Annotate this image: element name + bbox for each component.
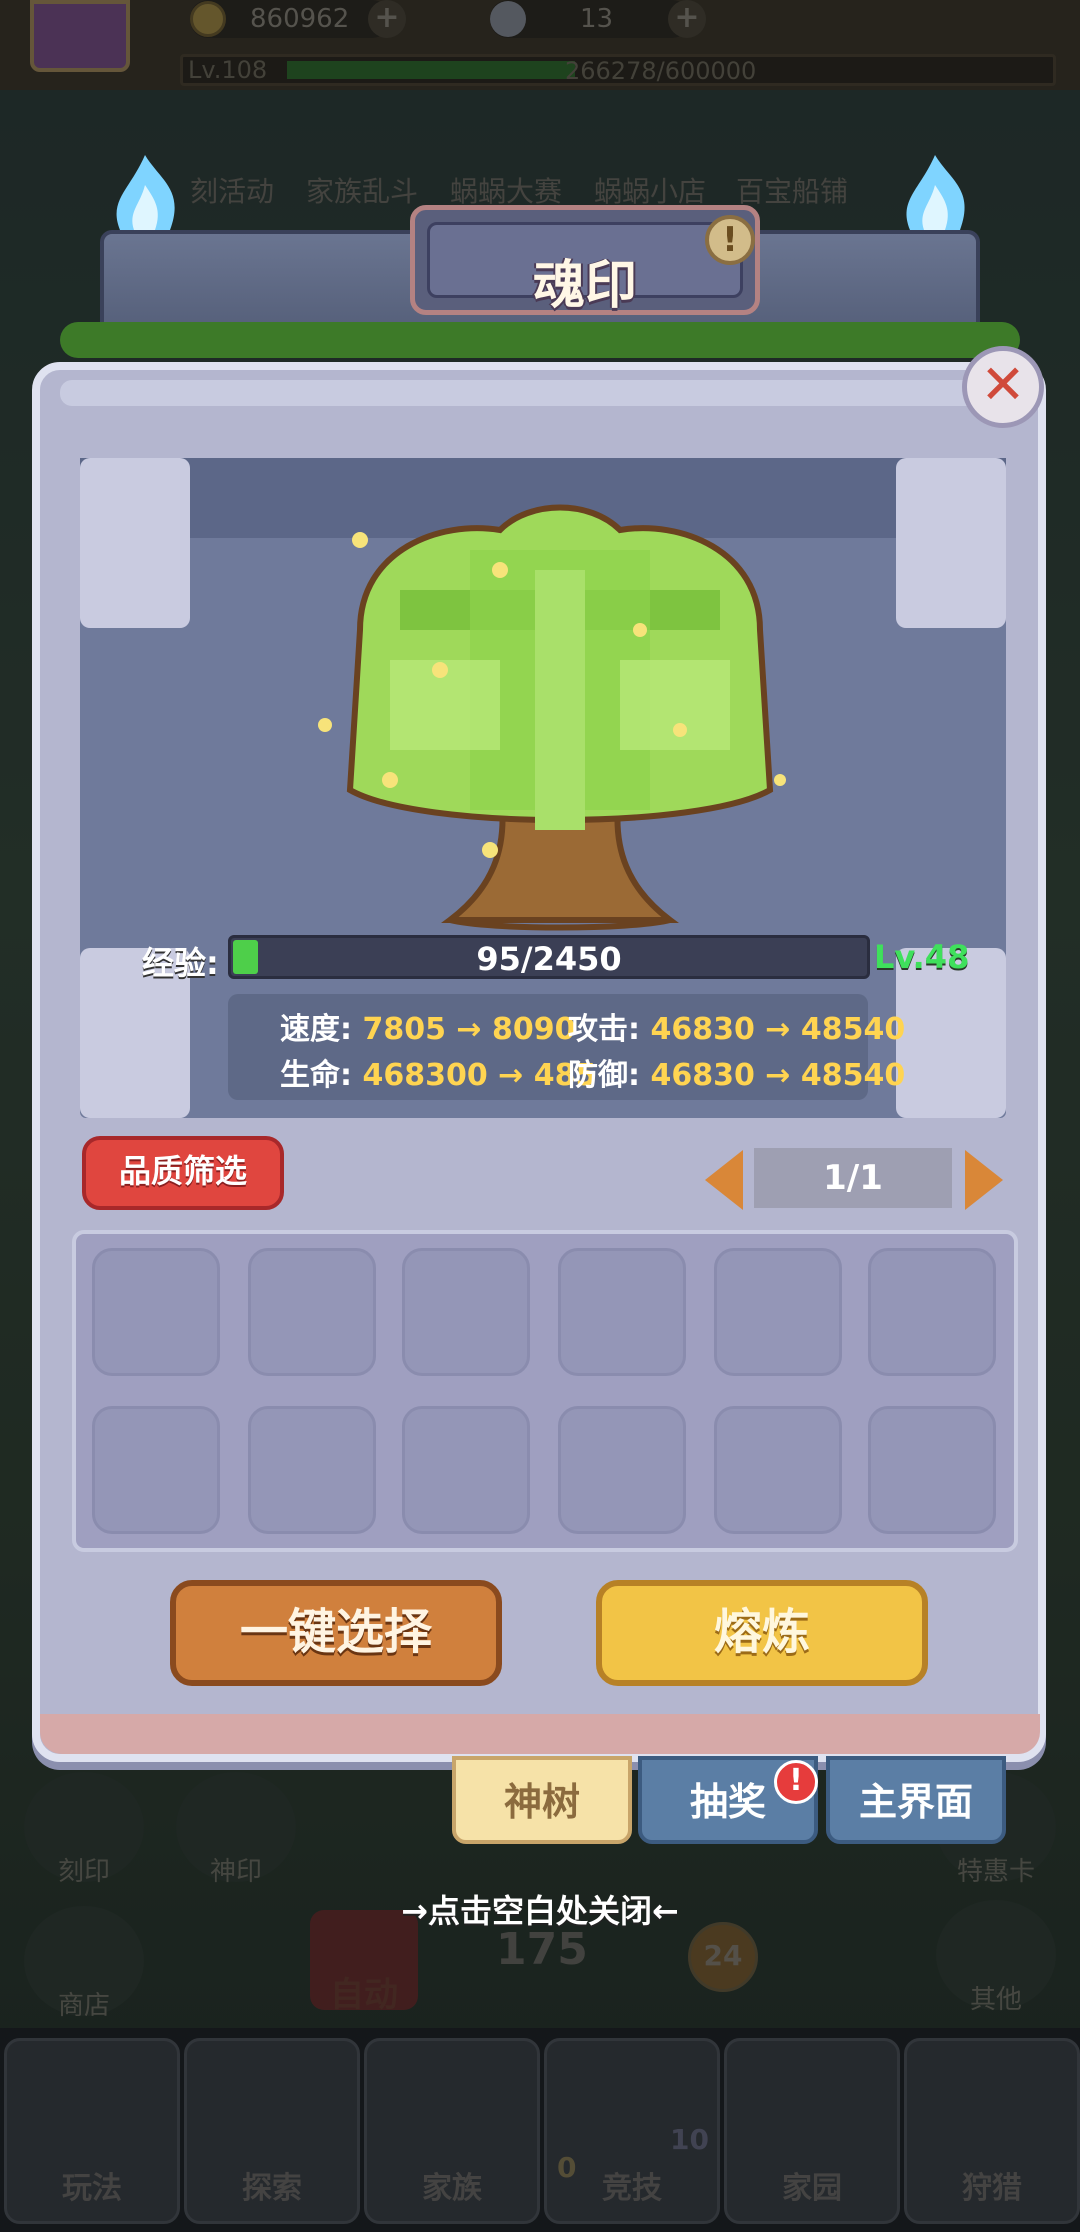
stats-panel: 速度: 7805 → 8090 攻击: 46830 → 48540 生命: 46… [228, 994, 905, 1100]
item-slot[interactable] [714, 1248, 842, 1376]
smelt-button[interactable]: 熔炼 [596, 1580, 928, 1686]
dialog-title: 魂印 [532, 256, 637, 316]
dialog-header: 魂印 ! [60, 150, 1020, 360]
exclamation-icon[interactable]: ! [705, 215, 755, 265]
page-indicator: 1/1 [754, 1148, 952, 1208]
item-slot[interactable] [868, 1406, 996, 1534]
tab-sacred-tree[interactable]: 神树 [452, 1756, 632, 1844]
prev-page-arrow-icon[interactable] [705, 1150, 743, 1210]
header-grass [60, 322, 1020, 358]
item-slot[interactable] [402, 1248, 530, 1376]
item-slot[interactable] [92, 1406, 220, 1534]
tab-main-screen[interactable]: 主界面 [826, 1756, 1006, 1844]
item-slot[interactable] [558, 1406, 686, 1534]
item-slot[interactable] [248, 1406, 376, 1534]
close-button[interactable]: ✕ [962, 346, 1044, 428]
quality-filter-button[interactable]: 品质筛选 [82, 1136, 284, 1210]
item-slot[interactable] [248, 1248, 376, 1376]
close-x-icon: ✕ [980, 353, 1026, 416]
title-plate: 魂印 [410, 205, 760, 316]
stat-hp: 生命: 468300 → 485 [280, 1058, 597, 1093]
item-slot[interactable] [402, 1406, 530, 1534]
item-slot[interactable] [92, 1248, 220, 1376]
item-slot[interactable] [558, 1248, 686, 1376]
lottery-alert-badge: ! [774, 1760, 818, 1804]
exp-label: 经验: [142, 944, 219, 982]
one-click-select-button[interactable]: 一键选择 [170, 1580, 502, 1686]
tree-level: Lv.48 [874, 938, 970, 976]
stone-corner-deco [80, 458, 190, 628]
exp-progress-bar: 95/2450 [228, 935, 870, 979]
tap-blank-to-close-hint: →点击空白处关闭← [401, 1892, 679, 1930]
stat-speed: 速度: 7805 → 8090 [280, 1012, 576, 1047]
stat-attack: 攻击: 46830 → 48540 [568, 1012, 906, 1047]
next-page-arrow-icon[interactable] [965, 1150, 1003, 1210]
item-slot[interactable] [714, 1406, 842, 1534]
stat-defense: 防御: 46830 → 48540 [568, 1058, 906, 1093]
item-grid [72, 1230, 1018, 1552]
exp-value: 95/2450 [476, 940, 622, 978]
stone-corner-deco [896, 458, 1006, 628]
sacred-tree-icon[interactable] [300, 490, 820, 950]
item-slot[interactable] [868, 1248, 996, 1376]
